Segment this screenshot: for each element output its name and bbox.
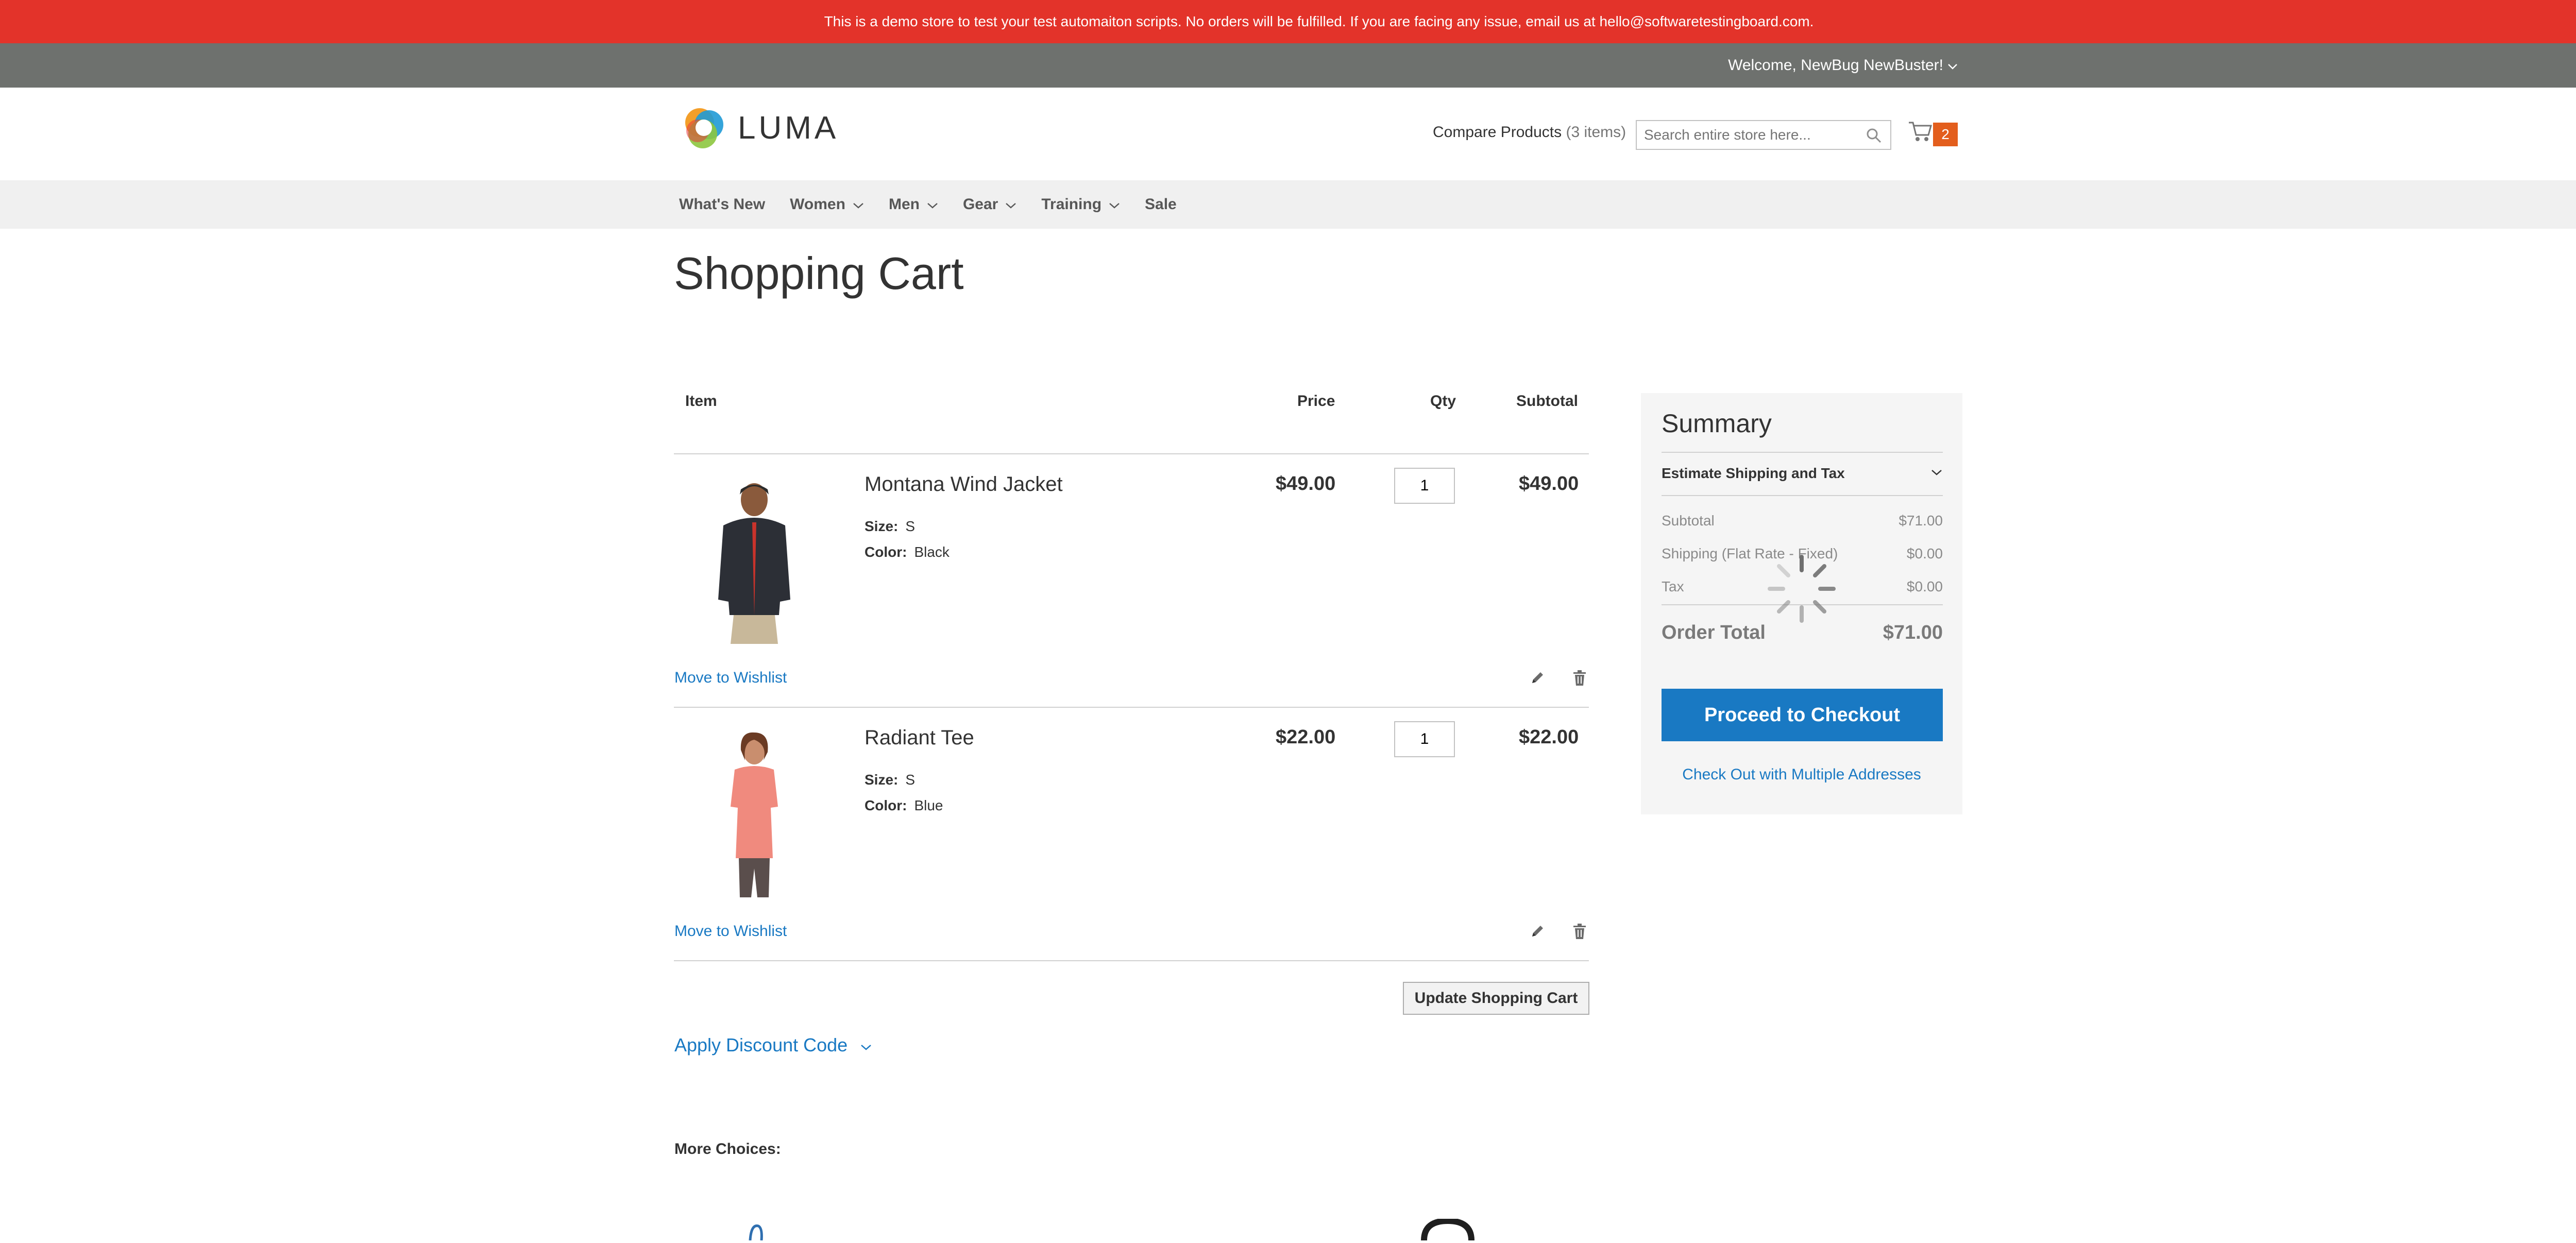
divider [674,960,1589,961]
item-price: $49.00 [1276,473,1336,495]
nav-item-men[interactable]: Men [889,196,938,213]
subtotal-value: $71.00 [1899,513,1943,529]
column-header-subtotal: Subtotal [1516,393,1578,410]
order-total-value: $71.00 [1883,622,1943,643]
column-header-item: Item [685,393,717,410]
nav-item-gear[interactable]: Gear [963,196,1016,213]
estimate-shipping-toggle[interactable]: Estimate Shipping and Tax [1662,465,1943,482]
site-header [0,88,2576,180]
chevron-down-icon [927,196,938,213]
product-option-size: Size: S [865,518,915,535]
option-label: Size: [865,518,899,534]
compare-count: (3 items) [1566,124,1626,141]
summary-subtotal-row: Subtotal $71.00 [1662,513,1943,529]
divider [1662,452,1943,453]
nav-item-whats-new[interactable]: What's New [679,196,765,213]
chevron-down-icon [853,196,864,213]
divider [674,453,1589,454]
option-value: Black [914,544,950,560]
option-value: S [905,772,916,788]
cart-summary: Summary Estimate Shipping and Tax Subtot… [1641,393,1962,814]
subtotal-label: Subtotal [1662,513,1715,529]
nav-label: Training [1041,196,1102,213]
option-value: S [905,518,916,534]
product-option-color: Color: Black [865,544,950,560]
search-box [1636,120,1891,150]
trash-icon[interactable] [1569,921,1590,942]
product-name-link[interactable]: Radiant Tee [865,726,974,750]
header-panel: Welcome, NewBug NewBuster! [0,43,2576,88]
chevron-down-icon [1109,196,1120,213]
more-choices-heading: More Choices: [674,1140,781,1157]
chevron-down-icon [1005,196,1016,213]
recommended-product-image[interactable] [740,1221,771,1241]
nav-label: Gear [962,196,998,213]
summary-title: Summary [1662,409,1772,438]
page-title: Shopping Cart [674,248,964,299]
cart-icon [1908,122,1933,145]
nav-label: Men [888,196,920,213]
qty-input[interactable] [1394,721,1455,757]
search-icon[interactable] [1866,127,1882,146]
chevron-down-icon [860,1034,872,1056]
tax-value: $0.00 [1906,578,1943,594]
nav-label: Women [790,196,845,213]
apply-discount-code-toggle[interactable]: Apply Discount Code [674,1034,872,1056]
welcome-text: Welcome, NewBug NewBuster! [1728,57,1943,74]
edit-icon[interactable] [1527,668,1548,688]
compare-products-link[interactable]: Compare Products (3 items) [1433,124,1626,141]
main-navigation [0,180,2576,229]
customer-welcome-menu[interactable]: Welcome, NewBug NewBuster! [1728,43,1958,88]
nav-item-sale[interactable]: Sale [1145,196,1177,213]
item-subtotal: $22.00 [1519,726,1579,748]
trash-icon[interactable] [1569,668,1590,688]
column-header-price: Price [1297,393,1335,410]
summary-order-total-row: Order Total $71.00 [1662,622,1943,644]
column-header-qty: Qty [1430,393,1456,410]
checkout-multiple-addresses-link[interactable]: Check Out with Multiple Addresses [1641,766,1962,784]
demo-notice-text: This is a demo store to test your test a… [824,13,1814,29]
item-subtotal: $49.00 [1519,473,1579,495]
option-label: Color: [865,544,907,560]
divider [1662,495,1943,496]
move-to-wishlist-link[interactable]: Move to Wishlist [674,669,787,687]
discount-label: Apply Discount Code [674,1034,848,1055]
nav-item-women[interactable]: Women [790,196,864,213]
estimate-label: Estimate Shipping and Tax [1662,465,1845,481]
nav-label: What's New [679,196,766,213]
luma-logo-text: LUMA [738,110,839,146]
nav-item-training[interactable]: Training [1041,196,1120,213]
order-total-label: Order Total [1662,622,1766,643]
proceed-to-checkout-button[interactable]: Proceed to Checkout [1662,689,1943,741]
nav-menu: What's New Women Men Gear Training Sale [679,180,1201,229]
nav-label: Sale [1145,196,1177,213]
compare-label: Compare Products [1433,124,1562,141]
tax-label: Tax [1662,578,1684,594]
demo-notice-banner: This is a demo store to test your test a… [0,0,2576,43]
item-price: $22.00 [1276,726,1336,748]
product-option-color: Color: Blue [865,797,943,814]
product-option-size: Size: S [865,772,915,788]
shipping-value: $0.00 [1906,546,1943,561]
option-value: Blue [914,797,943,813]
luma-logo[interactable]: LUMA [679,103,839,152]
recommended-product-image[interactable] [1417,1217,1479,1241]
product-name-link[interactable]: Montana Wind Jacket [865,473,1063,496]
move-to-wishlist-link[interactable]: Move to Wishlist [674,923,787,940]
search-input[interactable] [1637,121,1857,149]
edit-icon[interactable] [1527,921,1548,942]
minicart-button[interactable] [1908,120,1933,146]
chevron-down-icon [1930,468,1943,479]
divider [674,707,1589,708]
luma-logo-icon [679,103,728,152]
product-image-jacket[interactable] [703,476,806,644]
option-label: Size: [865,772,899,788]
update-shopping-cart-button[interactable]: Update Shopping Cart [1403,982,1589,1015]
qty-input[interactable] [1394,468,1455,504]
product-image-tee[interactable] [703,729,806,897]
loading-spinner-icon [1766,553,1838,625]
cart-count-badge[interactable]: 2 [1933,123,1958,146]
chevron-down-icon [1947,57,1958,74]
option-label: Color: [865,797,907,813]
